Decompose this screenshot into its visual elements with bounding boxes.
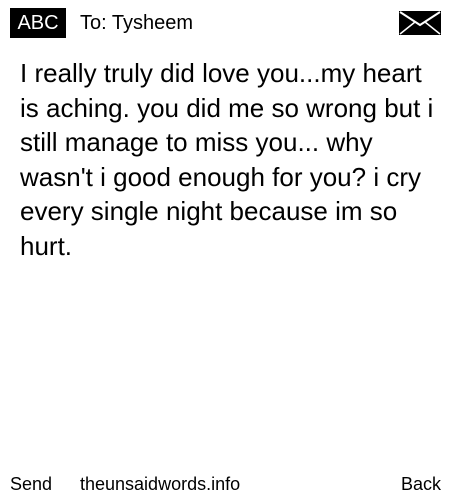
input-mode-badge: ABC — [10, 8, 66, 38]
site-label: theunsaidwords.info — [80, 474, 241, 494]
envelope-icon — [399, 11, 441, 35]
send-button[interactable]: Send — [10, 468, 52, 500]
message-body: I really truly did love you...my heart i… — [20, 58, 434, 261]
message-header: ABC To: Tysheem — [0, 0, 450, 46]
back-button[interactable]: Back — [401, 468, 441, 500]
recipient-label: To: Tysheem — [80, 12, 194, 34]
softkey-bar: Send theunsaidwords.info Back — [0, 468, 450, 500]
